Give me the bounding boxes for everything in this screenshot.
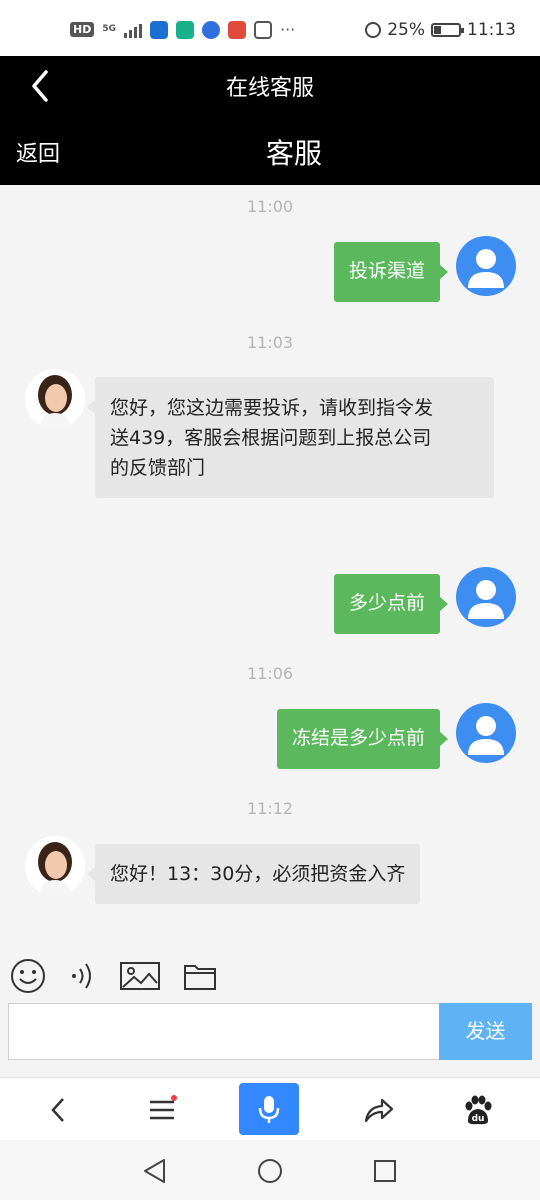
emoji-icon[interactable] xyxy=(10,958,46,998)
app-notification-icon xyxy=(150,20,168,39)
battery-icon xyxy=(431,23,464,37)
voice-icon[interactable] xyxy=(68,958,98,998)
composer-toolbar xyxy=(0,950,540,1000)
hd-badge: HD xyxy=(70,22,95,37)
alarm-icon xyxy=(365,22,382,38)
page-title: 在线客服 xyxy=(225,76,314,101)
triangle-back-icon[interactable] xyxy=(140,1156,170,1186)
user-message: 多少点前 xyxy=(333,574,449,634)
baidu-paw-icon[interactable]: du xyxy=(456,1088,500,1132)
user-silhouette-icon xyxy=(468,249,504,288)
message-line: 送439，客服会根据问题到上报总公司 xyxy=(110,427,432,449)
user-avatar xyxy=(456,567,516,627)
chat-title: 客服 xyxy=(265,137,322,170)
more-notifications-icon: ··· xyxy=(280,20,296,39)
message-line: 的反馈部门 xyxy=(110,457,206,479)
hexagon-notification-icon xyxy=(254,20,272,39)
network-5g-label: 5G xyxy=(102,24,116,34)
share-icon[interactable] xyxy=(356,1088,400,1132)
status-bar: HD 5G ··· 25% 11:13 xyxy=(0,0,540,56)
clock: 11:13 xyxy=(467,20,516,40)
app-notification-icon xyxy=(228,20,246,39)
status-left: HD 5G ··· xyxy=(70,20,295,39)
browser-toolbar: du xyxy=(0,1077,540,1140)
microphone-button[interactable] xyxy=(239,1083,299,1135)
system-navigation xyxy=(0,1140,540,1200)
timestamp: 11:06 xyxy=(246,664,294,683)
back-icon[interactable] xyxy=(36,1088,80,1132)
agent-message: 您好，您这边需要投诉，请收到指令发 送439，客服会根据问题到上报总公司 的反馈… xyxy=(87,377,494,498)
agent-avatar xyxy=(25,369,85,429)
app-notification-icon xyxy=(176,20,194,39)
user-message: 投诉渠道 xyxy=(333,242,449,302)
message-line: 您好，您这边需要投诉，请收到指令发 xyxy=(110,397,434,419)
agent-portrait-icon xyxy=(25,836,85,896)
square-recents-icon[interactable] xyxy=(370,1156,400,1186)
composer-row: 发送 xyxy=(8,1003,532,1060)
user-avatar xyxy=(456,236,516,296)
signal-icon xyxy=(124,22,142,38)
header: 在线客服 返回 客服 xyxy=(0,56,540,185)
paw-notification-icon xyxy=(202,20,220,39)
microphone-icon xyxy=(258,1096,280,1123)
svg-text:du: du xyxy=(472,1114,485,1124)
battery-percent: 25% xyxy=(387,20,425,40)
user-silhouette-icon xyxy=(468,580,504,619)
image-icon[interactable] xyxy=(119,958,161,998)
agent-portrait-icon xyxy=(25,369,85,429)
menu-icon[interactable] xyxy=(140,1088,184,1132)
message-input[interactable] xyxy=(8,1003,440,1060)
send-button[interactable]: 发送 xyxy=(439,1003,532,1060)
status-right: 25% 11:13 xyxy=(365,20,516,40)
user-avatar xyxy=(456,703,516,763)
timestamp: 11:00 xyxy=(246,197,294,216)
user-message: 冻结是多少点前 xyxy=(276,709,449,769)
agent-message: 您好！13：30分，必须把资金入齐 xyxy=(86,844,421,904)
user-silhouette-icon xyxy=(468,716,504,755)
timestamp: 11:03 xyxy=(246,333,294,352)
folder-icon[interactable] xyxy=(182,958,218,998)
circle-home-icon[interactable] xyxy=(255,1156,285,1186)
timestamp: 11:12 xyxy=(246,799,294,818)
agent-avatar xyxy=(25,836,85,896)
